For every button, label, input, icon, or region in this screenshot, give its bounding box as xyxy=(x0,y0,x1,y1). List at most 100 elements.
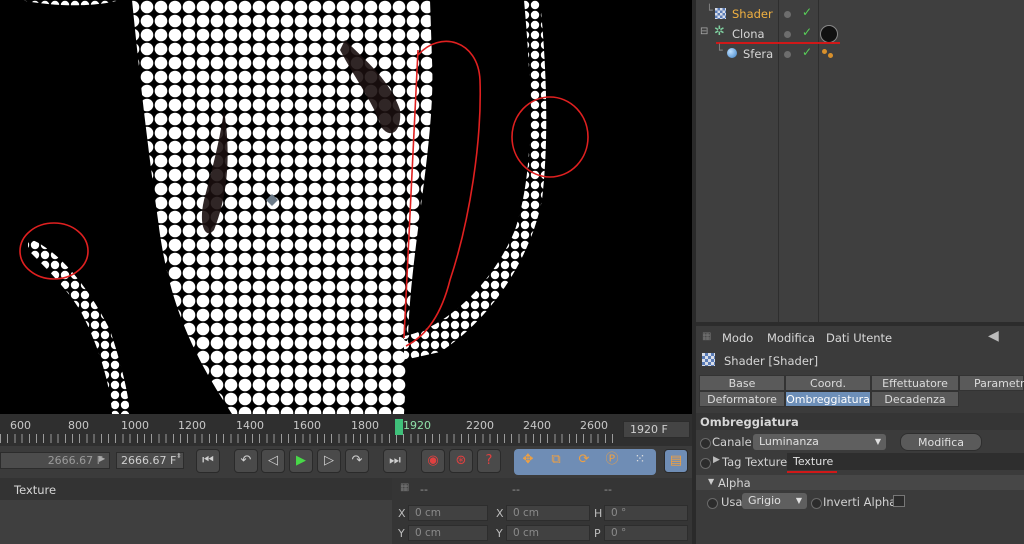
end-frame-field[interactable]: 2666.67 F xyxy=(116,452,184,469)
start-frame-field[interactable]: 2666.67 F xyxy=(0,452,110,469)
pos-x-field[interactable]: 0 cm xyxy=(408,505,488,521)
keyframe-help-button[interactable]: ? xyxy=(477,449,501,473)
usa-radio[interactable] xyxy=(707,498,718,509)
rot-p-field[interactable]: 0 ° xyxy=(604,525,688,541)
scale-key-button[interactable]: ⧉ xyxy=(544,449,568,473)
spin-arrow-icon[interactable]: ▶ xyxy=(99,454,105,463)
size-x-field[interactable]: 0 cm xyxy=(506,505,590,521)
coord-label: X xyxy=(496,507,504,520)
next-keyframe-button[interactable]: ↷ xyxy=(345,449,369,473)
menu-modifica[interactable]: Modifica xyxy=(767,331,815,345)
grid-dots-icon: ⁙ xyxy=(634,452,646,467)
alpha-title: Alpha xyxy=(718,476,751,490)
goto-end-button[interactable]: ⏭ xyxy=(383,449,407,473)
film-icon: ▤ xyxy=(669,453,683,468)
enabled-check-icon[interactable]: ✓ xyxy=(802,5,812,19)
collapse-icon[interactable]: ⊟ xyxy=(700,26,708,37)
visibility-dot[interactable] xyxy=(784,51,791,58)
tick-label: 1800 xyxy=(351,419,379,432)
coord-header-position: -- xyxy=(420,483,428,496)
grip-icon[interactable]: ▦ xyxy=(702,331,711,342)
prev-keyframe-button[interactable]: ↶ xyxy=(234,449,258,473)
invert-alpha-label: Inverti Alpha xyxy=(823,495,897,509)
invert-alpha-radio[interactable] xyxy=(811,498,822,509)
object-name: Clona xyxy=(732,27,765,41)
menu-dati-utente[interactable]: Dati Utente xyxy=(826,331,892,345)
tag-icon[interactable] xyxy=(828,53,833,58)
tick-label: 800 xyxy=(68,419,89,432)
tick-label: 2600 xyxy=(580,419,608,432)
cloner-icon: ✲ xyxy=(714,24,725,39)
material-header: Texture xyxy=(0,478,392,500)
annotation-underline xyxy=(787,471,837,473)
render-film-button[interactable]: ▤ xyxy=(664,449,688,473)
visibility-dot[interactable] xyxy=(784,11,791,18)
coord-label: P xyxy=(594,527,601,540)
start-frame-value: 2666.67 F xyxy=(47,454,103,467)
param-icon: Ⓟ xyxy=(605,452,619,467)
expand-arrow-icon[interactable]: ▶ xyxy=(713,455,720,465)
record-button[interactable]: ◉ xyxy=(421,449,445,473)
tab-effettuatore[interactable]: Effettuatore xyxy=(871,375,959,391)
rot-h-field[interactable]: 0 ° xyxy=(604,505,688,521)
prev-keyframe-icon: ↶ xyxy=(240,453,252,468)
stepper-icon[interactable]: ⬍ xyxy=(176,452,182,460)
material-manager: Texture xyxy=(0,478,392,544)
tab-base[interactable]: Base xyxy=(699,375,785,391)
material-tag-icon[interactable] xyxy=(820,25,838,43)
tick-label: 1000 xyxy=(121,419,149,432)
tag-texture-field[interactable]: Texture xyxy=(787,453,1024,470)
object-row-clona[interactable]: ⊟ ✲ Clona ✓ xyxy=(696,24,1024,44)
tab-deformatore[interactable]: Deformatore xyxy=(699,391,785,407)
tab-decadenza[interactable]: Decadenza xyxy=(871,391,959,407)
object-manager: └ Shader ✓ ⊟ ✲ Clona ✓ └ Sfera ✓ xyxy=(696,0,1024,322)
enabled-check-icon[interactable]: ✓ xyxy=(802,45,812,59)
menu-modo[interactable]: Modo xyxy=(722,331,753,345)
pla-key-button[interactable]: ⁙ xyxy=(628,449,652,473)
back-arrow-icon[interactable]: ◀ xyxy=(988,328,999,344)
size-y-field[interactable]: 0 cm xyxy=(506,525,590,541)
visibility-dot[interactable] xyxy=(784,31,791,38)
tab-coord[interactable]: Coord. xyxy=(785,375,871,391)
autokey-button[interactable]: ⊛ xyxy=(449,449,473,473)
step-back-button[interactable]: ◁ xyxy=(261,449,285,473)
timeline-ruler[interactable]: 600 800 1000 1200 1400 1600 1800 2200 24… xyxy=(0,414,692,446)
tab-parametro[interactable]: Parametro xyxy=(959,375,1024,391)
step-forward-button[interactable]: ▷ xyxy=(317,449,341,473)
usa-dropdown[interactable]: Grigio ▼ xyxy=(742,493,807,509)
coord-label: H xyxy=(594,507,603,520)
object-row-shader[interactable]: └ Shader ✓ xyxy=(696,4,1024,24)
tag-texture-radio[interactable] xyxy=(700,458,711,469)
modifica-button[interactable]: Modifica xyxy=(900,433,982,451)
canale-dropdown[interactable]: Luminanza ▼ xyxy=(753,434,886,450)
param-key-button[interactable]: Ⓟ xyxy=(600,449,624,473)
tick-label: 1400 xyxy=(236,419,264,432)
viewport-3d[interactable] xyxy=(0,0,692,414)
coord-label: Y xyxy=(398,527,405,540)
goto-start-button[interactable]: ⏮ xyxy=(196,449,220,473)
step-forward-icon: ▷ xyxy=(324,453,334,468)
canale-radio[interactable] xyxy=(700,438,711,449)
grip-icon[interactable]: ▦ xyxy=(400,482,409,493)
canale-value: Luminanza xyxy=(759,435,819,448)
pos-y-field[interactable]: 0 cm xyxy=(408,525,488,541)
transport-bar: 2666.67 F ▶ 2666.67 F ⬍ ⏮ ↶ ◁ ▶ ▷ ↷ ⏭ ◉ … xyxy=(0,446,692,478)
playhead[interactable] xyxy=(395,419,403,435)
attribute-manager: ▦ Modo Modifica Dati Utente ◀ Shader [Sh… xyxy=(696,322,1024,544)
alpha-group-header[interactable]: ▼ Alpha xyxy=(696,475,1024,490)
chevron-down-icon: ▼ xyxy=(874,437,881,446)
collapse-triangle-icon: ▼ xyxy=(708,477,715,486)
move-key-button[interactable]: ✥ xyxy=(516,449,540,473)
enabled-check-icon[interactable]: ✓ xyxy=(802,25,812,39)
tab-ombreggiatura[interactable]: Ombreggiatura xyxy=(785,391,871,407)
rotate-key-button[interactable]: ⟳ xyxy=(572,449,596,473)
tick-label: 2200 xyxy=(466,419,494,432)
tag-icon[interactable] xyxy=(822,49,827,54)
tick-label: 1200 xyxy=(178,419,206,432)
invert-alpha-checkbox[interactable] xyxy=(893,495,905,507)
frame-field[interactable]: 1920 F xyxy=(623,421,690,438)
object-row-sfera[interactable]: └ Sfera ✓ xyxy=(696,44,1024,64)
play-button[interactable]: ▶ xyxy=(289,449,313,473)
section-header: Ombreggiatura xyxy=(696,413,1024,430)
tree-line-icon: └ xyxy=(706,4,713,17)
